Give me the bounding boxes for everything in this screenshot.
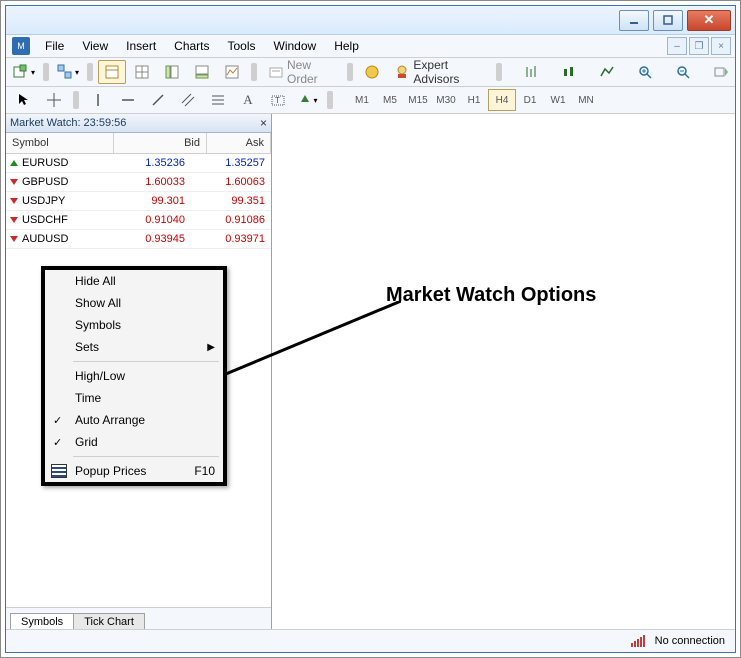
timeframe-m1[interactable]: M1 <box>348 89 376 111</box>
menubar: M FileViewInsertChartsToolsWindowHelp – … <box>6 35 735 58</box>
timeframe-w1[interactable]: W1 <box>544 89 572 111</box>
app-icon: M <box>12 37 30 55</box>
timeframe-m30[interactable]: M30 <box>432 89 460 111</box>
menu-charts[interactable]: Charts <box>165 35 218 57</box>
trendline-button[interactable] <box>144 88 172 112</box>
metaquotes-button[interactable] <box>358 60 386 84</box>
toolbar-main: ▾ ▾ New Order Expert Advisors <box>6 58 735 87</box>
market-watch-close-icon[interactable]: × <box>260 116 267 130</box>
new-chart-button[interactable]: ▾ <box>10 60 38 84</box>
ctx-sets[interactable]: Sets▶ <box>45 336 223 358</box>
candle-chart-button[interactable] <box>555 60 583 84</box>
navigator-toggle[interactable] <box>158 60 186 84</box>
ctx-auto-arrange[interactable]: ✓Auto Arrange <box>45 409 223 431</box>
expert-advisors-button[interactable]: Expert Advisors <box>388 60 491 84</box>
market-watch-toggle[interactable] <box>98 60 126 84</box>
line-chart-button[interactable] <box>593 60 621 84</box>
header-bid[interactable]: Bid <box>114 133 207 153</box>
symbol-row-gbpusd[interactable]: GBPUSD1.600331.60063 <box>6 173 271 192</box>
tester-toggle[interactable] <box>218 60 246 84</box>
maximize-button[interactable] <box>653 10 683 31</box>
cursor-button[interactable] <box>10 88 38 112</box>
arrow-down-icon <box>10 236 18 242</box>
profiles-button[interactable]: ▾ <box>54 60 82 84</box>
market-watch-header: Symbol Bid Ask <box>6 133 271 154</box>
symbol-row-usdjpy[interactable]: USDJPY99.30199.351 <box>6 192 271 211</box>
zoom-out-button[interactable] <box>669 60 697 84</box>
svg-text:T: T <box>275 96 280 105</box>
arrow-down-icon <box>10 217 18 223</box>
bar-chart-button[interactable] <box>517 60 545 84</box>
status-bar: No connection <box>6 629 735 652</box>
data-window-toggle[interactable] <box>128 60 156 84</box>
new-order-button[interactable]: New Order <box>262 60 342 84</box>
check-icon: ✓ <box>53 436 62 449</box>
zoom-in-button[interactable] <box>631 60 659 84</box>
horizontal-line-button[interactable] <box>114 88 142 112</box>
titlebar: ✕ <box>6 6 735 35</box>
timeframe-h1[interactable]: H1 <box>460 89 488 111</box>
market-watch-title: Market Watch: 23:59:56 × <box>6 114 271 133</box>
ctx-show-all[interactable]: Show All <box>45 292 223 314</box>
context-menu: Hide AllShow AllSymbolsSets▶ High/LowTime… <box>41 266 227 486</box>
arrow-up-icon <box>10 160 18 166</box>
crosshair-button[interactable] <box>40 88 68 112</box>
text-button[interactable]: A <box>234 88 262 112</box>
menu-insert[interactable]: Insert <box>117 35 165 57</box>
vertical-line-button[interactable] <box>84 88 112 112</box>
arrows-button[interactable]: ▾ <box>294 88 322 112</box>
menu-window[interactable]: Window <box>265 35 326 57</box>
symbol-row-audusd[interactable]: AUDUSD0.939450.93971 <box>6 230 271 249</box>
tab-symbols[interactable]: Symbols <box>10 613 74 630</box>
submenu-arrow-icon: ▶ <box>207 342 215 353</box>
annotation-line <box>221 301 401 376</box>
timeframe-d1[interactable]: D1 <box>516 89 544 111</box>
channel-button[interactable] <box>174 88 202 112</box>
timeframe-m15[interactable]: M15 <box>404 89 432 111</box>
ctx-high-low[interactable]: High/Low <box>45 365 223 387</box>
arrow-down-icon <box>10 179 18 185</box>
text-label-button[interactable]: T <box>264 88 292 112</box>
minimize-button[interactable] <box>619 10 649 31</box>
child-close-button[interactable]: × <box>711 37 731 55</box>
ctx-hide-all[interactable]: Hide All <box>45 270 223 292</box>
ctx-grid[interactable]: ✓Grid <box>45 431 223 453</box>
menu-view[interactable]: View <box>73 35 117 57</box>
check-icon: ✓ <box>53 414 62 427</box>
symbol-row-usdchf[interactable]: USDCHF0.910400.91086 <box>6 211 271 230</box>
symbol-row-eurusd[interactable]: EURUSD1.352361.35257 <box>6 154 271 173</box>
toolbar-drawing: A T ▾ M1M5M15M30H1H4D1W1MN <box>6 87 735 114</box>
close-button[interactable]: ✕ <box>687 10 731 31</box>
timeframe-h4[interactable]: H4 <box>488 89 516 111</box>
timeframe-m5[interactable]: M5 <box>376 89 404 111</box>
header-ask[interactable]: Ask <box>207 133 271 153</box>
ctx-popup-prices[interactable]: Popup PricesF10 <box>45 460 223 482</box>
menu-help[interactable]: Help <box>325 35 368 57</box>
connection-bars-icon <box>631 635 645 647</box>
ctx-symbols[interactable]: Symbols <box>45 314 223 336</box>
timeframe-mn[interactable]: MN <box>572 89 600 111</box>
child-restore-button[interactable]: ❐ <box>689 37 709 55</box>
tab-tick-chart[interactable]: Tick Chart <box>73 613 145 630</box>
child-minimize-button[interactable]: – <box>667 37 687 55</box>
header-symbol[interactable]: Symbol <box>6 133 114 153</box>
autoscroll-button[interactable] <box>707 60 735 84</box>
connection-status: No connection <box>655 635 725 647</box>
terminal-toggle[interactable] <box>188 60 216 84</box>
menu-file[interactable]: File <box>36 35 73 57</box>
ctx-time[interactable]: Time <box>45 387 223 409</box>
fibonacci-button[interactable] <box>204 88 232 112</box>
popup-prices-icon <box>51 464 67 478</box>
annotation-label: Market Watch Options <box>386 284 596 307</box>
arrow-down-icon <box>10 198 18 204</box>
menu-tools[interactable]: Tools <box>219 35 265 57</box>
